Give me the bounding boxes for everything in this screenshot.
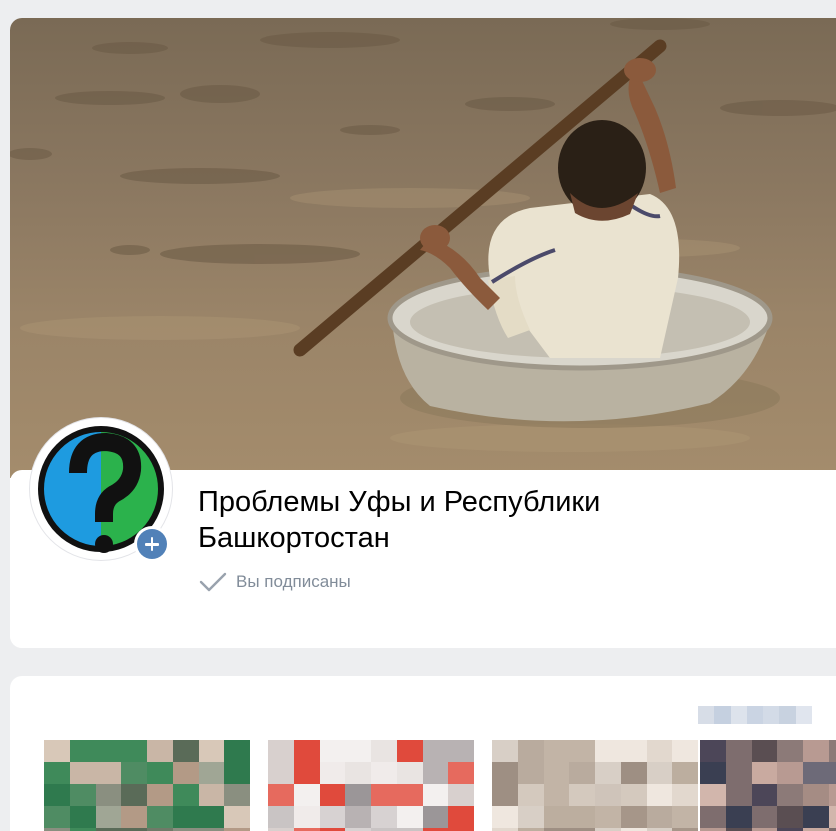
photos-header-link[interactable] [698, 706, 812, 724]
photo-thumbnail[interactable] [268, 740, 474, 831]
subscription-status-label: Вы подписаны [236, 572, 351, 591]
cover-image[interactable] [10, 18, 836, 478]
checkmark-icon [199, 572, 227, 592]
photo-thumbnail[interactable] [492, 740, 698, 831]
page: Проблемы Уфы и Республики Башкортостан В… [0, 0, 836, 831]
cover-photo [10, 18, 836, 452]
photo-thumbnail[interactable] [700, 740, 836, 831]
plus-icon [137, 529, 167, 559]
photos-card [10, 676, 836, 831]
photo-thumbnail[interactable] [44, 740, 250, 831]
add-to-group-button[interactable] [134, 526, 170, 562]
top-strip [0, 0, 836, 18]
subscription-status-button[interactable]: Вы подписаны [198, 570, 351, 594]
group-title: Проблемы Уфы и Республики Башкортостан [198, 486, 601, 554]
